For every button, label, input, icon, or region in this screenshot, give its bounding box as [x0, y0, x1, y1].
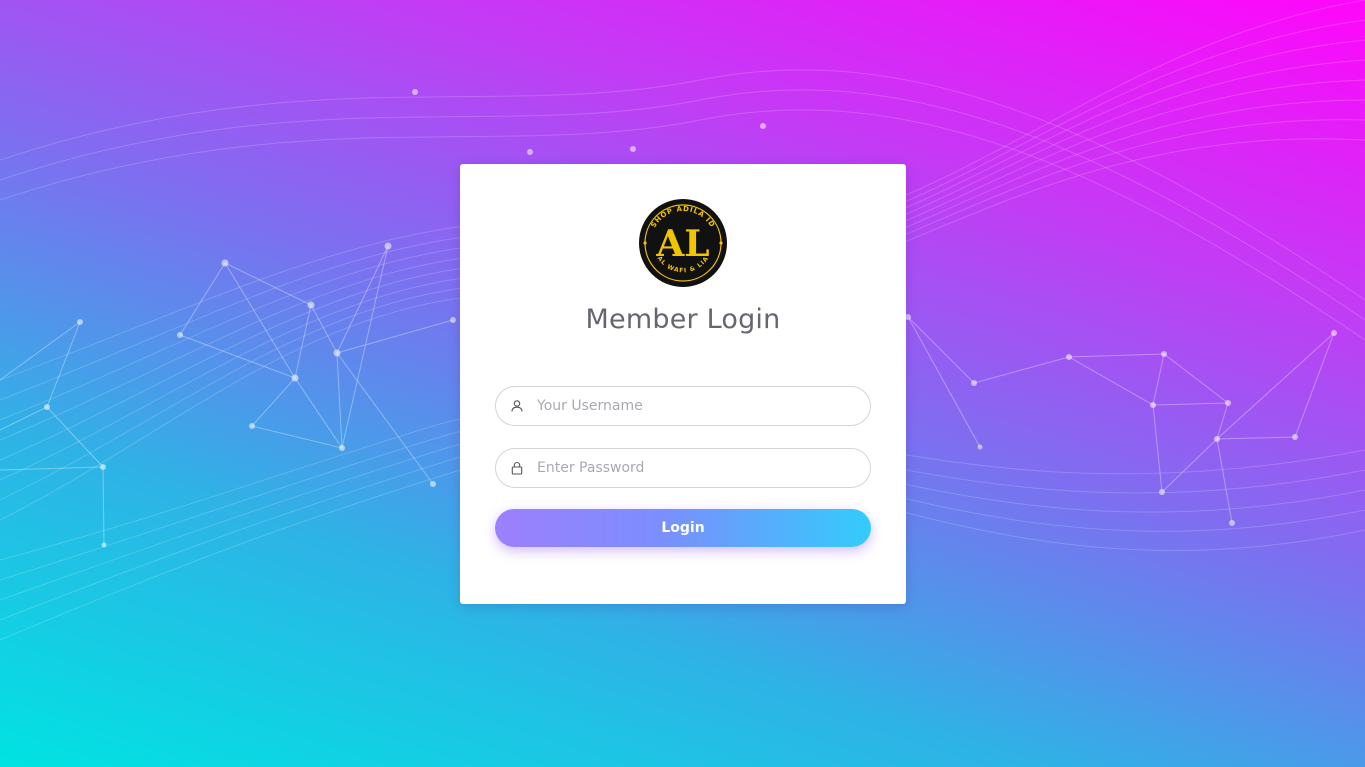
svg-text:AL: AL [655, 223, 709, 265]
username-field[interactable] [495, 386, 871, 426]
login-card: SHOP ADILA ID AL WAFI & LIA AL Member Lo… [460, 164, 906, 604]
user-icon [511, 400, 523, 412]
brand-logo: SHOP ADILA ID AL WAFI & LIA AL [639, 199, 727, 287]
username-input[interactable] [537, 387, 857, 425]
password-input[interactable] [537, 449, 857, 487]
page-title: Member Login [585, 304, 781, 335]
login-button[interactable]: Login [495, 509, 871, 547]
password-field[interactable] [495, 448, 871, 488]
lock-icon [511, 461, 523, 475]
